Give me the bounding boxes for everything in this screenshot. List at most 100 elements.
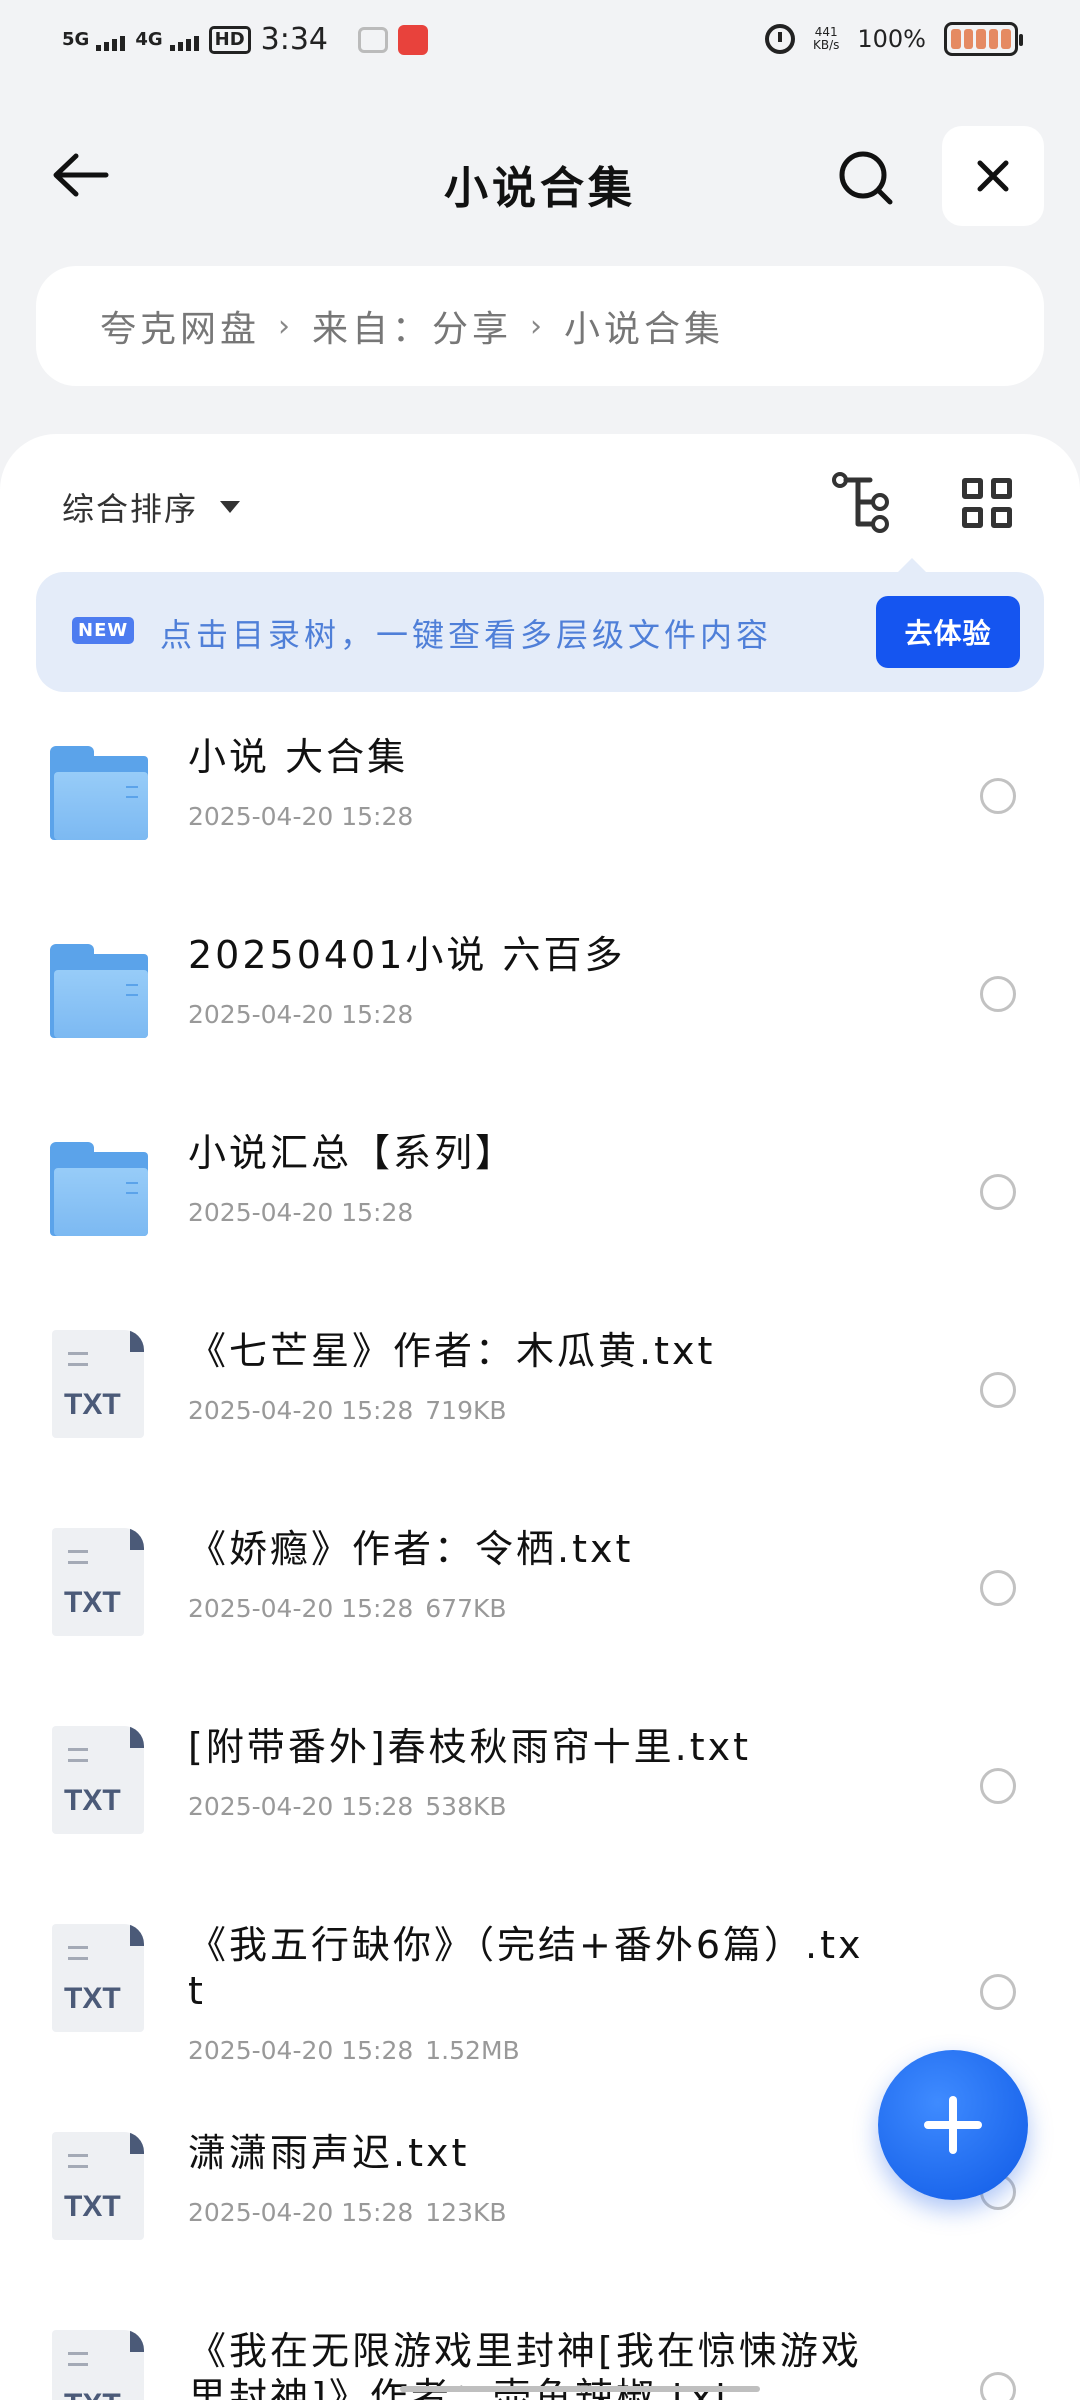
file-date: 2025-04-20 15:28 [188,2198,414,2227]
grid-view-button[interactable] [962,478,1012,528]
network-speed: 441 KB/s [813,26,839,52]
select-radio[interactable] [980,1570,1016,1606]
search-button[interactable] [836,148,896,208]
txt-icon-label: TXT [64,1784,121,1817]
file-meta: 2025-04-20 15:28 [188,802,425,831]
folder-icon [50,746,148,840]
status-right: 441 KB/s 100% [764,22,1023,56]
file-name: 小说汇总【系列】 [188,1131,517,1175]
file-date: 2025-04-20 15:28 [188,1594,414,1623]
grid-icon-cell [962,478,983,499]
file-meta: 2025-04-20 15:28 538KB [188,1792,507,1821]
search-icon [839,151,893,205]
file-name: 《娇瘾》作者：令栖.txt [188,1527,634,1571]
file-date: 2025-04-20 15:28 [188,2036,414,2065]
caret-down-icon [220,501,241,513]
file-date: 2025-04-20 15:28 [188,1396,414,1425]
add-button[interactable] [878,2050,1028,2200]
header: 小说合集 [0,120,1080,230]
page-title: 小说合集 [444,163,636,214]
grid-icon-cell [991,507,1012,528]
file-row[interactable]: TXT [附带番外]春枝秋雨帘十里.txt 2025-04-20 15:28 538K… [0,1692,1080,1890]
txt-file-icon: TXT [52,1924,144,2032]
close-icon [977,160,1009,192]
network-4g-indicator: 4G [135,30,199,51]
file-meta: 2025-04-20 15:28 677KB [188,1594,507,1623]
breadcrumb-item-share[interactable]: 来自：分享 [312,300,512,352]
directory-tree-tip: NEW 点击目录树，一键查看多层级文件内容 去体验 [36,558,1044,692]
file-name: 小说 大合集 [188,735,409,779]
txt-file-icon: TXT [52,2132,144,2240]
file-size: 719KB [425,1396,507,1425]
app-notification-icon [358,26,389,53]
signal-icon [96,35,126,51]
file-meta: 2025-04-20 15:28 1.52MB [188,2036,520,2065]
txt-icon-label: TXT [64,1982,121,2015]
home-indicator[interactable] [400,2386,760,2392]
select-radio[interactable] [980,1174,1016,1210]
network-5g-indicator: 5G [62,30,126,51]
try-it-button[interactable]: 去体验 [876,596,1020,668]
file-date: 2025-04-20 15:28 [188,1792,414,1821]
speed-unit: KB/s [812,38,840,52]
txt-icon-label: TXT [64,2190,121,2223]
select-radio[interactable] [980,778,1016,814]
file-date: 2025-04-20 15:28 [188,1000,414,1029]
select-radio[interactable] [980,1372,1016,1408]
select-radio[interactable] [980,1974,1016,2010]
file-row[interactable]: 小说 大合集 2025-04-20 15:28 [0,702,1080,900]
select-radio[interactable] [980,2372,1016,2400]
grid-icon-cell [962,507,983,528]
file-row[interactable]: TXT《我在无限游戏里封神[我在惊悚游戏里封神]》作者：壶鱼辣椒.txt [0,2296,1080,2400]
txt-icon-label: TXT [64,1586,121,1619]
file-row[interactable]: TXT 《娇瘾》作者：令栖.txt 2025-04-20 15:28 677KB [0,1494,1080,1692]
txt-file-icon: TXT [52,1528,144,1636]
battery-icon [944,22,1023,56]
file-name: 20250401小说 六百多 [188,933,626,977]
directory-tree-button[interactable] [830,470,896,534]
status-time: 3:34 [260,22,329,57]
battery-percent: 100% [857,25,926,53]
close-button[interactable] [942,126,1044,226]
file-name: 《我五行缺你》（完结+番外6篇）.txt [188,1923,864,2013]
txt-file-icon: TXT [52,2330,144,2400]
file-row[interactable]: 小说汇总【系列】 2025-04-20 15:28 [0,1098,1080,1296]
app-notification-icon [398,24,429,55]
txt-file-icon: TXT [52,1726,144,1834]
signal-icon [169,35,199,51]
status-left: 5G 4G HD 3:34 [62,22,429,57]
file-size: 677KB [425,1594,507,1623]
hd-voice-indicator: HD [208,25,251,54]
sort-label: 综合排序 [62,490,199,528]
folder-icon [50,1142,148,1236]
file-name: 《七芒星》作者：木瓜黄.txt [188,1329,716,1373]
file-date: 2025-04-20 15:28 [188,802,414,831]
file-meta: 2025-04-20 15:28 719KB [188,1396,507,1425]
folder-icon [50,944,148,1038]
file-size: 538KB [425,1792,507,1821]
file-meta: 2025-04-20 15:28 123KB [188,2198,507,2227]
file-row[interactable]: TXT 《七芒星》作者：木瓜黄.txt 2025-04-20 15:28 719KB [0,1296,1080,1494]
breadcrumb: 夸克网盘 › 来自：分享 › 小说合集 [36,266,1044,386]
txt-file-icon: TXT [52,1330,144,1438]
file-size: 123KB [425,2198,507,2227]
file-size: 1.52MB [425,2036,520,2065]
file-name: [附带番外]春枝秋雨帘十里.txt [188,1725,752,1769]
sort-dropdown[interactable]: 综合排序 [62,484,241,530]
select-radio[interactable] [980,1768,1016,1804]
breadcrumb-item-root[interactable]: 夸克网盘 [100,300,260,352]
file-meta [188,2396,200,2400]
file-meta: 2025-04-20 15:28 [188,1198,425,1227]
file-date: 2025-04-20 15:28 [188,1198,414,1227]
status-bar: 5G 4G HD 3:34 441 KB/s 100% [0,0,1080,86]
chevron-right-icon: › [530,308,547,344]
tree-icon [832,472,889,533]
file-row[interactable]: 20250401小说 六百多 2025-04-20 15:28 [0,900,1080,1098]
grid-icon-cell [991,478,1012,499]
file-name: 潇潇雨声迟.txt [188,2131,470,2175]
select-radio[interactable] [980,976,1016,1012]
file-meta: 2025-04-20 15:28 [188,1000,425,1029]
txt-icon-label: TXT [64,1388,121,1421]
tip-text: 点击目录树，一键查看多层级文件内容 [160,616,773,654]
alarm-icon [764,24,795,54]
